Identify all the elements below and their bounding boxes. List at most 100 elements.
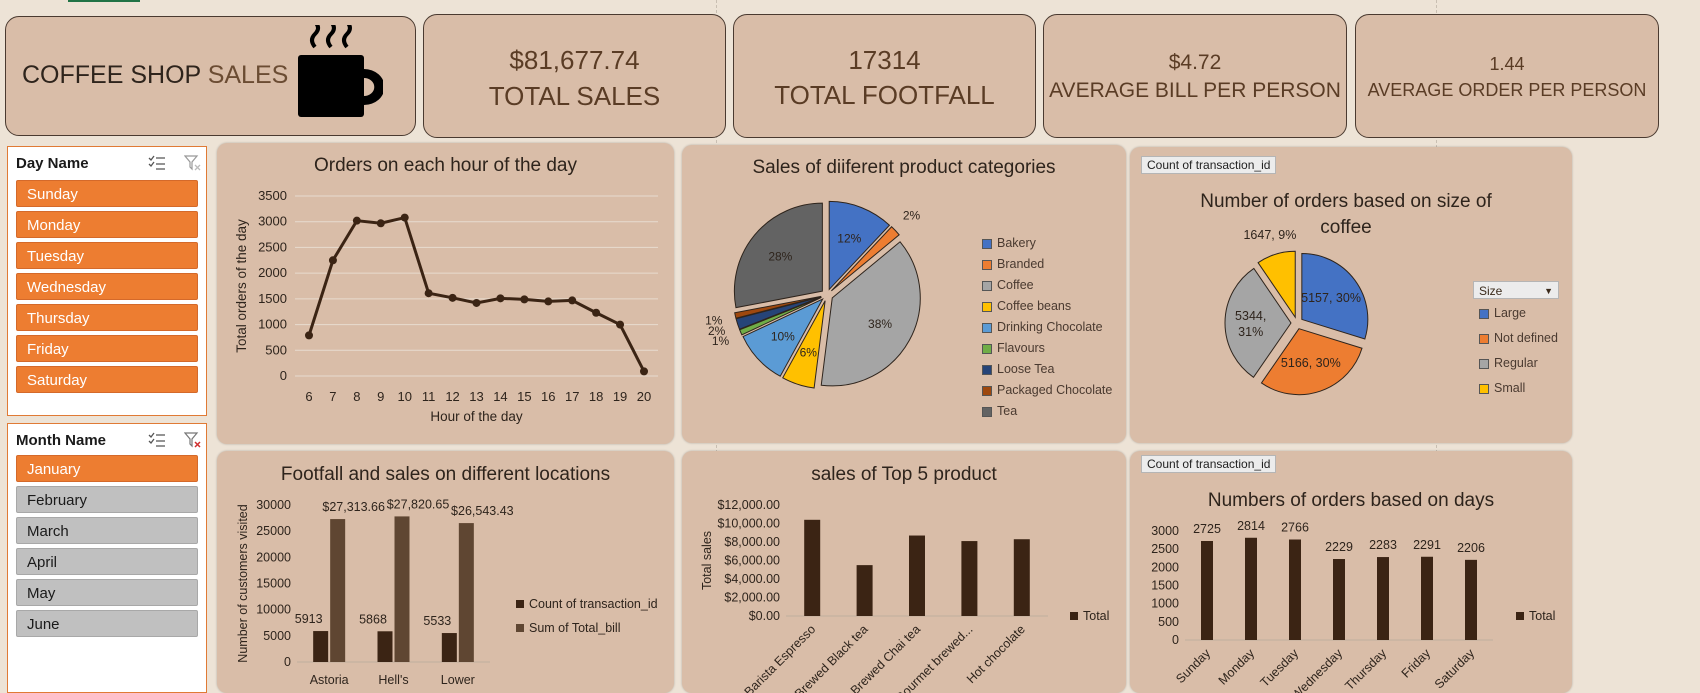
slicer-item-march[interactable]: March	[16, 517, 198, 544]
legend-item[interactable]: Not defined	[1479, 331, 1558, 345]
bar	[330, 519, 346, 662]
data-point	[472, 298, 481, 307]
legend-swatch	[982, 343, 992, 354]
slicer-item-june[interactable]: June	[16, 610, 198, 637]
total-footfall-value: 17314	[848, 45, 921, 75]
y-tick-label: 25000	[256, 524, 291, 538]
data-point	[592, 308, 601, 317]
data-point	[352, 216, 361, 225]
slicer-item-monday[interactable]: Monday	[16, 211, 198, 238]
day-name-slicer[interactable]: Day Name Sunday Monday Tuesday Wednesday Thu…	[7, 146, 207, 416]
top-products-chart[interactable]: sales of Top 5 product $0.00 $2,000.00 $4,…	[682, 451, 1126, 693]
total-footfall-card: 17314 TOTAL FOOTFALL	[733, 14, 1036, 138]
bar	[1465, 559, 1477, 640]
total-sales-label: TOTAL SALES	[488, 81, 661, 111]
hourly-orders-chart[interactable]: Orders on each hour of the day 0 500 1000 1…	[217, 143, 674, 444]
y-tick-label: 3000	[258, 214, 287, 229]
chevron-down-icon: ▼	[1544, 286, 1553, 296]
legend-swatch	[1479, 358, 1489, 369]
data-label: $26,543.43	[451, 504, 514, 518]
legend-swatch	[982, 364, 992, 375]
data-label: $27,313.66	[322, 500, 385, 514]
slicer-item-february[interactable]: February	[16, 486, 198, 513]
legend-swatch	[982, 322, 992, 333]
bar	[856, 565, 873, 616]
x-tick-label: Monday	[1216, 646, 1258, 688]
data-label: 5868	[359, 612, 387, 626]
y-tick-label: 2000	[258, 265, 287, 280]
x-tick-label: 11	[422, 389, 436, 404]
x-tick-label: 18	[589, 389, 603, 404]
slicer-item-january[interactable]: January	[16, 455, 198, 482]
slicer-item-sunday[interactable]: Sunday	[16, 180, 198, 207]
legend-swatch	[982, 385, 992, 396]
legend-swatch	[1479, 308, 1489, 319]
legend-item[interactable]: Small	[1479, 381, 1525, 395]
x-tick-label: 15	[517, 389, 531, 404]
month-name-slicer[interactable]: Month Name January February March April May J…	[7, 423, 207, 693]
legend-item[interactable]: Regular	[1479, 356, 1538, 370]
data-point	[496, 294, 505, 303]
legend-label: Loose Tea	[997, 362, 1055, 376]
data-point	[568, 296, 577, 305]
data-label: 1%	[705, 313, 723, 327]
x-tick-label: 10	[397, 389, 411, 404]
size-orders-chart[interactable]: Count of transaction_id Number of orders…	[1130, 147, 1572, 443]
x-tick-label: Thursday	[1342, 646, 1389, 693]
data-point	[376, 219, 385, 228]
data-label: 28%	[768, 249, 792, 263]
category-sales-chart[interactable]: Sales of diiferent product categories 12…	[682, 145, 1126, 443]
data-point	[544, 297, 553, 306]
legend-item: Tea	[982, 404, 1017, 418]
data-label: $27,820.65	[387, 497, 450, 511]
y-tick-label: $0.00	[749, 609, 780, 623]
data-label: 6%	[800, 346, 818, 360]
legend-item[interactable]: Large	[1479, 306, 1526, 320]
y-axis-label: Total orders of the day	[234, 219, 249, 353]
data-label: 5913	[295, 612, 323, 626]
legend-swatch	[1070, 612, 1078, 620]
legend-label: Tea	[997, 404, 1018, 418]
data-point	[448, 293, 457, 302]
bar	[441, 633, 457, 662]
legend-item: Loose Tea	[982, 362, 1054, 376]
data-label: 2283	[1369, 538, 1397, 552]
data-label: 38%	[868, 317, 892, 331]
legend-item: Bakery	[982, 236, 1036, 250]
multi-select-icon[interactable]	[148, 155, 166, 171]
x-tick-label: 7	[329, 389, 336, 404]
data-label: 2291	[1413, 538, 1441, 552]
clear-filter-icon[interactable]	[184, 432, 202, 448]
slicer-item-may[interactable]: May	[16, 579, 198, 606]
slicer-item-saturday[interactable]: Saturday	[16, 366, 198, 393]
data-label: 2814	[1237, 519, 1265, 533]
legend-swatch	[982, 301, 992, 312]
multi-select-icon[interactable]	[148, 432, 166, 448]
y-axis-label: Number of customers visited	[236, 504, 250, 662]
slicer-item-thursday[interactable]: Thursday	[16, 304, 198, 331]
y-tick-label: $8,000.00	[724, 535, 780, 549]
day-orders-chart[interactable]: Count of transaction_id Numbers of order…	[1130, 451, 1572, 693]
slicer-item-tuesday[interactable]: Tuesday	[16, 242, 198, 269]
slicer-item-friday[interactable]: Friday	[16, 335, 198, 362]
legend-swatch	[982, 406, 992, 417]
size-filter-dropdown[interactable]: Size ▼	[1473, 281, 1559, 299]
slicer-item-april[interactable]: April	[16, 548, 198, 575]
line-chart-svg: 0 500 1000 1500 2000 2500 3000 3500 6 7 8 9 10 11 12 13…	[234, 188, 658, 424]
y-tick-label: 3500	[258, 188, 287, 203]
data-label: 5344,	[1235, 309, 1266, 323]
x-tick-label: 17	[565, 389, 579, 404]
series-line	[307, 215, 646, 373]
legend-swatch	[516, 624, 524, 632]
clear-filter-icon[interactable]	[184, 155, 202, 171]
y-tick-label: 20000	[256, 550, 291, 564]
slicer-item-wednesday[interactable]: Wednesday	[16, 273, 198, 300]
data-label: 1647, 9%	[1243, 228, 1296, 242]
bar	[1245, 537, 1257, 640]
legend-label: Not defined	[1494, 331, 1558, 345]
data-label: 12%	[837, 232, 861, 246]
x-axis-label: Hour of the day	[430, 409, 523, 424]
legend-item: Branded	[982, 257, 1044, 271]
legend-label: Drinking Chocolate	[997, 320, 1103, 334]
location-footfall-chart[interactable]: Footfall and sales on different location…	[217, 451, 674, 693]
